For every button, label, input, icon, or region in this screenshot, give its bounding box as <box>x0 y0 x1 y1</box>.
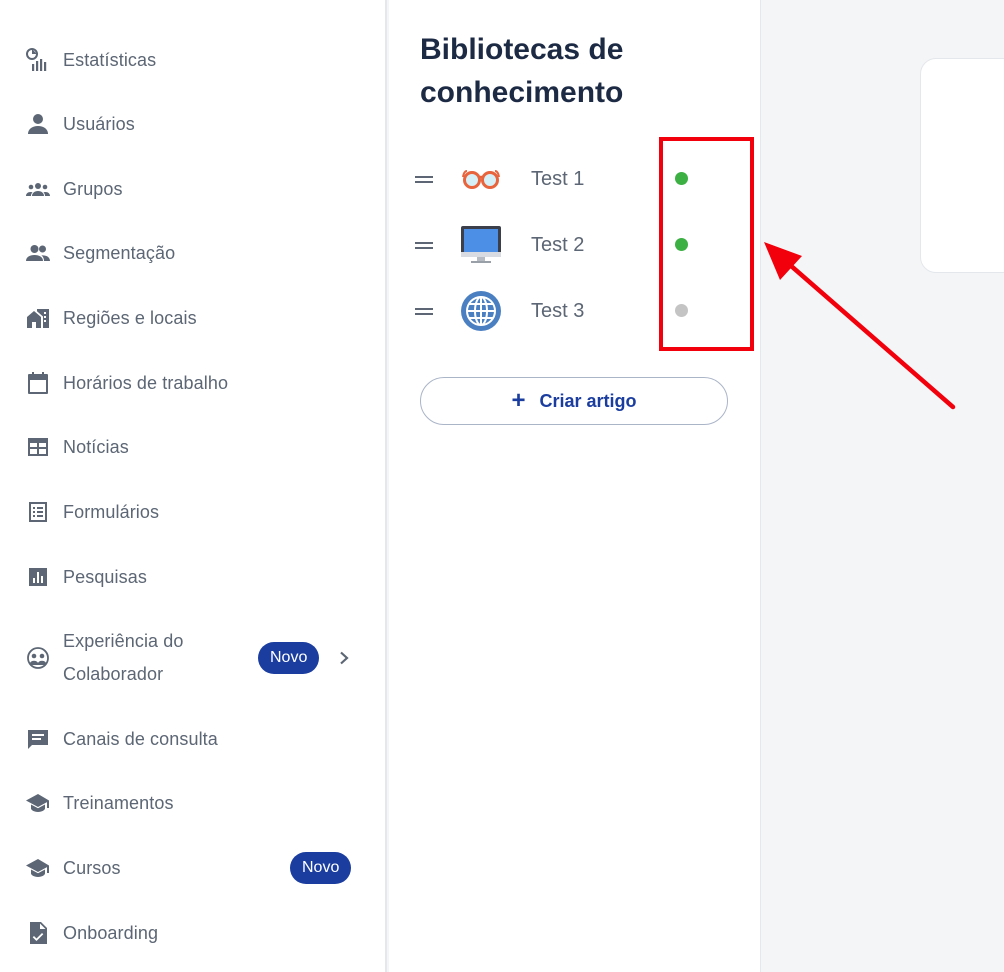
new-badge: Novo <box>258 642 320 674</box>
create-article-button[interactable]: + Criar artigo <box>420 377 728 425</box>
poll-chart-icon <box>24 563 52 591</box>
sidebar-item-label: Experiência do Colaborador <box>63 631 184 684</box>
form-list-icon <box>24 498 52 526</box>
groups-icon <box>24 175 52 203</box>
statistics-icon <box>24 46 52 74</box>
sidebar-item-collaborator-experience[interactable]: Experiência do Colaborador Novo <box>24 625 361 691</box>
monitor-icon <box>459 223 503 267</box>
drag-handle-icon[interactable] <box>415 240 435 250</box>
sidebar-item-work-hours[interactable]: Horários de trabalho <box>24 363 361 403</box>
new-badge: Novo <box>290 852 352 884</box>
sidebar-item-label: Regiões e locais <box>63 307 197 328</box>
user-icon <box>24 110 52 138</box>
sidebar: Estatísticas Usuários Grupos Segmentação… <box>0 0 387 972</box>
sidebar-item-label: Segmentação <box>63 242 176 263</box>
sidebar-item-onboarding[interactable]: Onboarding <box>24 913 361 953</box>
buildings-icon <box>24 304 52 332</box>
news-icon <box>24 433 52 461</box>
sidebar-item-groups[interactable]: Grupos <box>24 169 361 209</box>
sidebar-item-label: Notícias <box>63 436 129 457</box>
glasses-icon <box>459 157 503 201</box>
chevron-right-icon[interactable] <box>337 651 351 665</box>
sidebar-item-segmentation[interactable]: Segmentação <box>24 233 361 273</box>
sidebar-item-label: Onboarding <box>63 922 159 943</box>
page-title: Bibliotecas de conhecimento <box>420 33 624 109</box>
graduation-cap-icon <box>24 789 52 817</box>
sidebar-item-courses[interactable]: Cursos Novo <box>24 848 361 888</box>
sidebar-item-news[interactable]: Notícias <box>24 427 361 467</box>
sidebar-item-label: Grupos <box>63 178 123 199</box>
sidebar-item-label: Pesquisas <box>63 566 147 587</box>
collaborator-icon <box>24 644 52 672</box>
sidebar-item-regions[interactable]: Regiões e locais <box>24 298 361 338</box>
sidebar-item-label: Estatísticas <box>63 49 157 70</box>
sidebar-item-consultation-channels[interactable]: Canais de consulta <box>24 719 361 759</box>
sidebar-item-label: Canais de consulta <box>63 728 218 749</box>
chat-icon <box>24 725 52 753</box>
calendar-icon <box>24 369 52 397</box>
sidebar-item-label: Treinamentos <box>63 792 174 813</box>
graduation-cap-icon <box>24 854 52 882</box>
sidebar-item-forms[interactable]: Formulários <box>24 492 361 532</box>
people-icon <box>24 239 52 267</box>
sidebar-item-label: Usuários <box>63 113 135 134</box>
drag-handle-icon[interactable] <box>415 174 435 184</box>
highlight-box <box>659 137 754 351</box>
sidebar-item-users[interactable]: Usuários <box>24 104 361 144</box>
sidebar-item-label: Formulários <box>63 501 160 522</box>
document-check-icon <box>24 919 52 947</box>
sidebar-item-statistics[interactable]: Estatísticas <box>24 40 361 80</box>
sidebar-item-surveys[interactable]: Pesquisas <box>24 557 361 597</box>
plus-icon: + <box>511 387 526 414</box>
annotation-arrow <box>764 242 956 410</box>
globe-icon <box>459 289 503 333</box>
sidebar-item-label: Cursos <box>63 857 121 878</box>
drag-handle-icon[interactable] <box>415 306 435 316</box>
sidebar-item-trainings[interactable]: Treinamentos <box>24 783 361 823</box>
sidebar-item-label: Horários de trabalho <box>63 372 229 393</box>
create-article-label: Criar artigo <box>539 390 637 411</box>
